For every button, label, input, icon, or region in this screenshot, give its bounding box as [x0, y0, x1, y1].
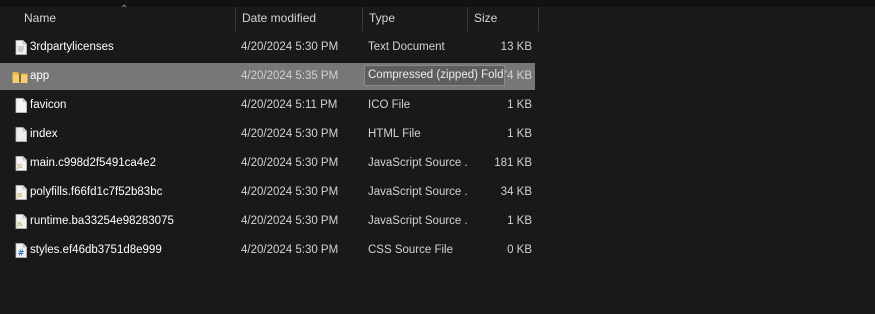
css-file-icon: # [14, 243, 28, 258]
column-divider[interactable] [538, 7, 539, 31]
window-top-edge [0, 0, 875, 7]
column-header-date-modified[interactable]: Date modified [236, 7, 362, 31]
file-type: JavaScript Source ... [368, 186, 468, 198]
column-header-type[interactable]: Type [363, 7, 467, 31]
file-type: JavaScript Source ... [368, 157, 468, 169]
svg-text:JS: JS [16, 222, 23, 228]
file-size: 1 KB [507, 215, 532, 227]
file-name: runtime.ba33254e98283075 [30, 215, 174, 227]
svg-text:JS: JS [16, 193, 23, 199]
file-name: main.c998d2f5491ca4e2 [30, 157, 156, 169]
blank-file-icon [14, 98, 28, 113]
file-row[interactable]: 3rdpartylicenses 4/20/2024 5:30 PM Text Do… [0, 34, 535, 61]
zip-folder-icon [12, 70, 28, 85]
column-header-name-label: Name [24, 11, 57, 25]
file-name: polyfills.f66fd1c7f52b83bc [30, 186, 163, 198]
column-header-type-label: Type [369, 11, 396, 25]
file-date-modified: 4/20/2024 5:30 PM [241, 215, 339, 227]
html-file-icon [14, 127, 28, 142]
column-header-bar: Name ⌃ Date modified Type Size [0, 4, 875, 31]
file-size: 0 KB [507, 244, 532, 256]
column-header-size[interactable]: Size [468, 7, 538, 31]
file-row[interactable]: JS main.c998d2f5491ca4e2 4/20/2024 5:30 PM… [0, 150, 535, 177]
column-header-size-label: Size [474, 11, 498, 25]
js-file-icon: JS [14, 214, 28, 229]
file-name: favicon [30, 99, 67, 111]
file-date-modified: 4/20/2024 5:11 PM [241, 99, 338, 111]
column-header-date-label: Date modified [242, 11, 317, 25]
file-name: 3rdpartylicenses [30, 41, 114, 53]
file-type: CSS Source File [368, 244, 454, 256]
type-tooltip: Compressed (zipped) Folder [364, 65, 505, 86]
file-size: 34 KB [500, 186, 532, 198]
file-date-modified: 4/20/2024 5:30 PM [241, 41, 339, 53]
file-type: ICO File [368, 99, 411, 111]
file-date-modified: 4/20/2024 5:30 PM [241, 157, 339, 169]
file-size: 1 KB [507, 99, 532, 111]
js-file-icon: JS [14, 185, 28, 200]
file-type: JavaScript Source ... [368, 215, 468, 227]
file-row[interactable]: index 4/20/2024 5:30 PM HTML File 1 KB [0, 121, 535, 148]
file-row[interactable]: JS polyfills.f66fd1c7f52b83bc 4/20/2024 5:… [0, 179, 535, 206]
file-type: Text Document [368, 41, 445, 53]
file-name: index [30, 128, 58, 140]
file-size: 13 KB [500, 41, 532, 53]
file-type: HTML File [368, 128, 421, 140]
file-size: 1 KB [507, 128, 532, 140]
svg-text:#: # [18, 249, 25, 258]
sort-ascending-icon: ⌃ [120, 4, 129, 15]
file-row[interactable]: # styles.ef46db3751d8e999 4/20/2024 5:30 P… [0, 237, 535, 264]
file-date-modified: 4/20/2024 5:30 PM [241, 128, 339, 140]
file-size: 181 KB [494, 157, 532, 169]
file-date-modified: 4/20/2024 5:35 PM [241, 70, 339, 82]
file-row[interactable]: JS runtime.ba33254e98283075 4/20/2024 5:30… [0, 208, 535, 235]
file-name: styles.ef46db3751d8e999 [30, 244, 162, 256]
js-file-icon: JS [14, 156, 28, 171]
file-date-modified: 4/20/2024 5:30 PM [241, 186, 339, 198]
text-file-icon [14, 40, 28, 55]
file-date-modified: 4/20/2024 5:30 PM [241, 244, 339, 256]
file-name: app [30, 70, 50, 82]
svg-text:JS: JS [16, 164, 23, 170]
file-row[interactable]: favicon 4/20/2024 5:11 PM ICO File 1 KB [0, 92, 535, 119]
